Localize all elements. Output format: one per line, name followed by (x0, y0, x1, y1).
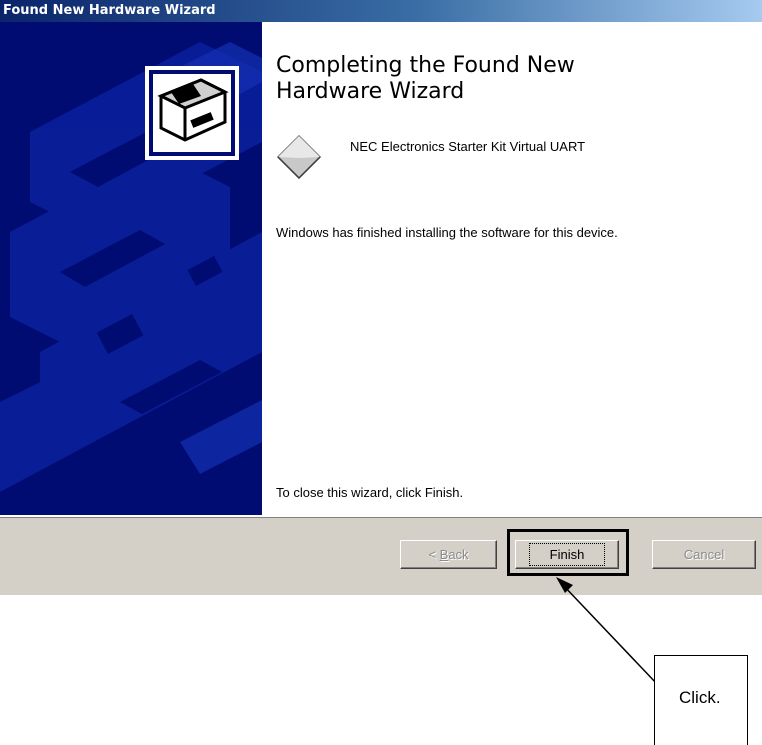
back-button-label: ack (448, 547, 469, 562)
back-button[interactable]: < Back (400, 540, 497, 569)
page-title-line2: Hardware Wizard (276, 79, 465, 104)
install-complete-message: Windows has finished installing the soft… (276, 225, 618, 240)
back-button-mnemonic: B (439, 547, 449, 562)
back-button-prefix: < (428, 547, 440, 562)
wizard-content: Completing the Found New Hardware Wizard… (262, 22, 762, 515)
hardware-wizard-icon (145, 66, 239, 160)
finish-highlight-box (507, 529, 629, 576)
close-instructions: To close this wizard, click Finish. (276, 485, 464, 500)
wizard-window: Found New Hardware Wizard Completing the… (0, 0, 762, 595)
button-bar: < Back Finish Cancel (0, 515, 762, 595)
window-title: Found New Hardware Wizard (3, 3, 216, 18)
annotation-callout: Click. (654, 655, 748, 745)
wizard-side-panel (0, 22, 262, 515)
annotation-text: Click. (679, 688, 721, 707)
device-name: NEC Electronics Starter Kit Virtual UART (350, 139, 586, 154)
title-bar[interactable]: Found New Hardware Wizard (0, 0, 762, 22)
cancel-button[interactable]: Cancel (652, 540, 756, 569)
cancel-button-label: Cancel (683, 547, 725, 562)
page-title: Completing the Found New Hardware Wizard (276, 53, 746, 105)
device-diamond-icon (276, 134, 322, 180)
page-title-line1: Completing the Found New (276, 53, 575, 78)
